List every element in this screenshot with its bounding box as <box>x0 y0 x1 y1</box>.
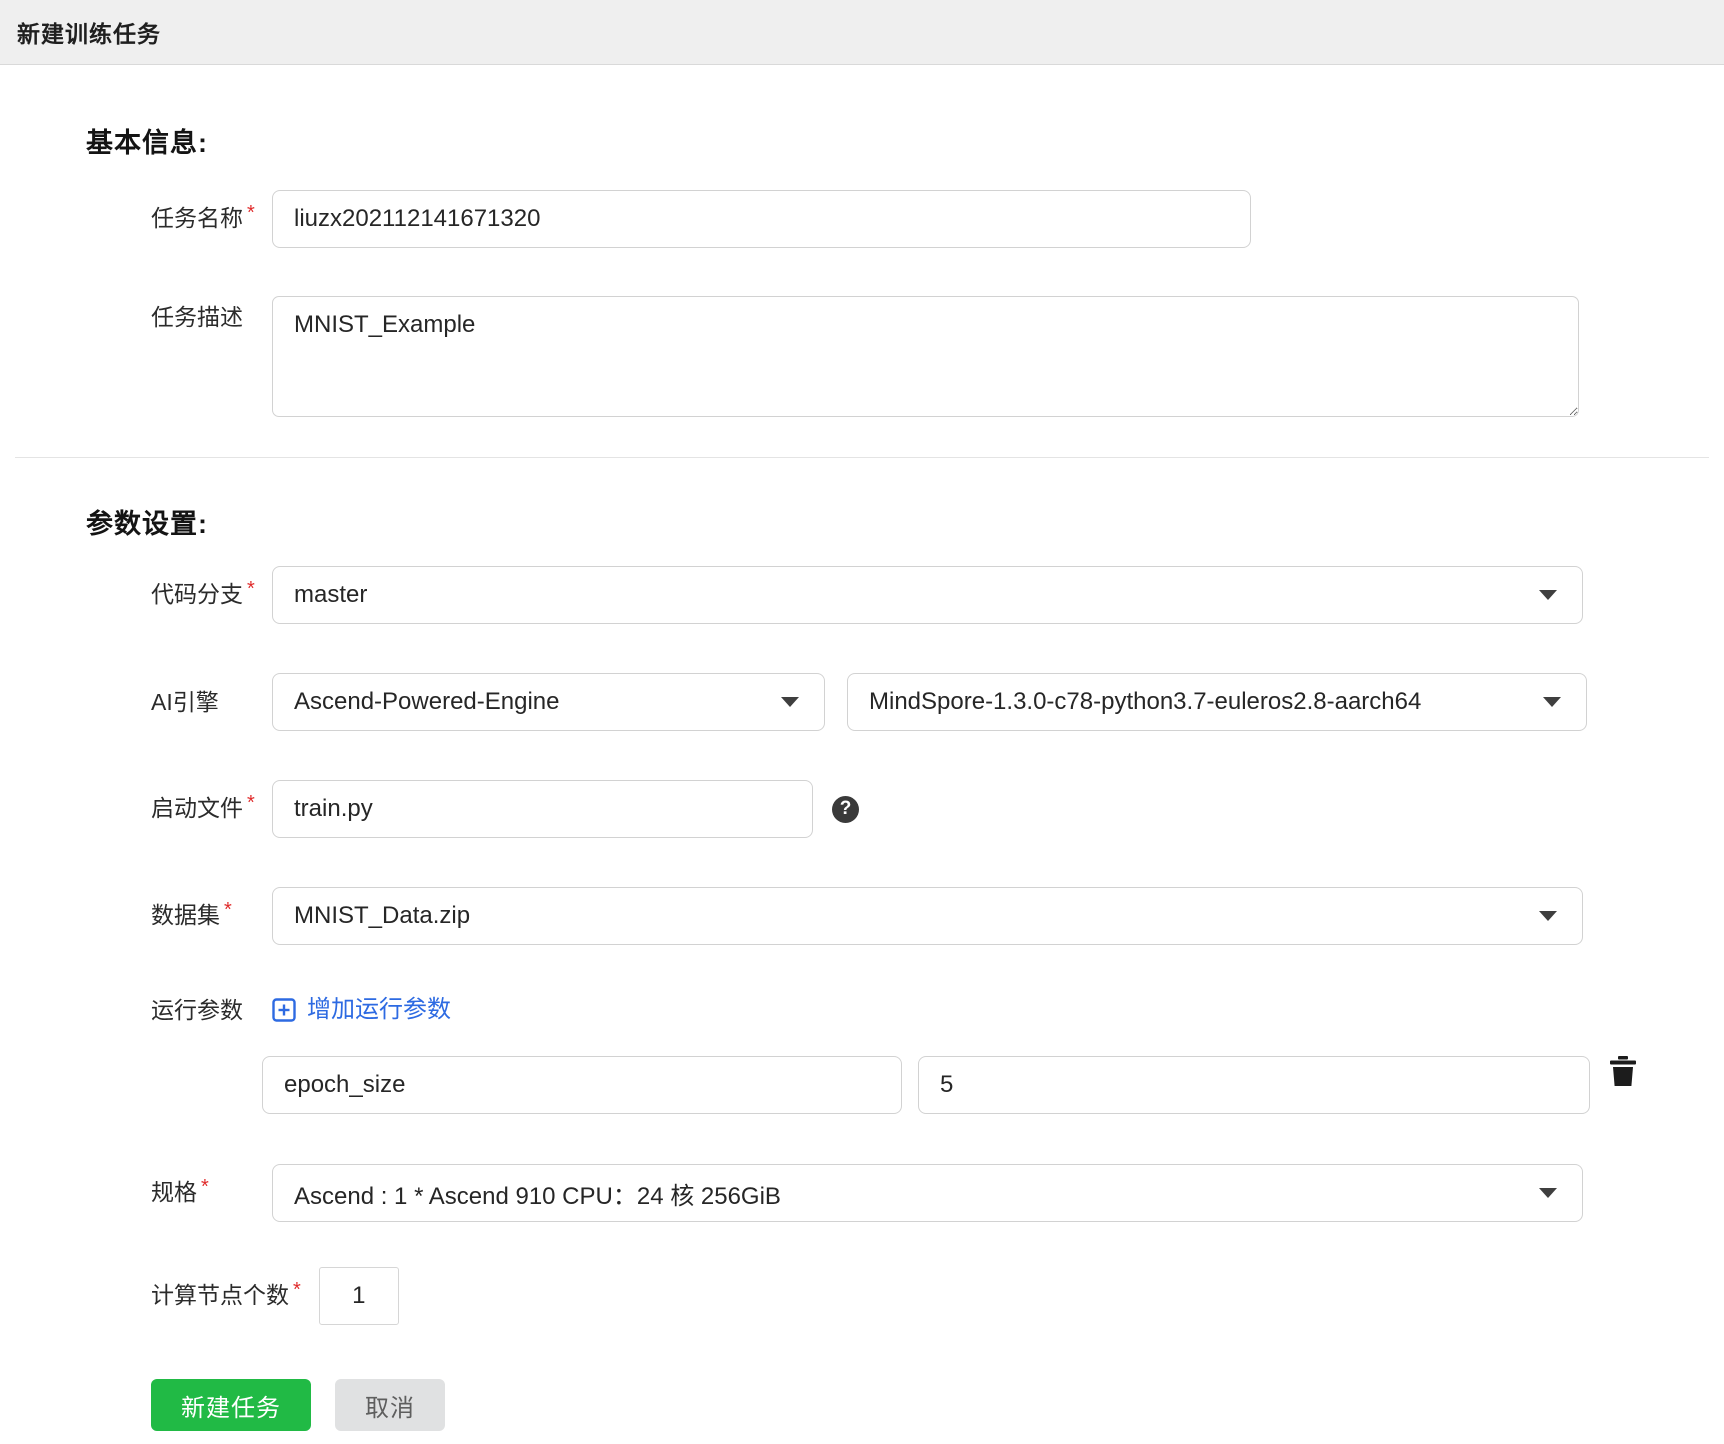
chevron-down-icon <box>1539 590 1557 600</box>
chevron-down-icon <box>1539 1188 1557 1198</box>
add-run-param-text: 增加运行参数 <box>307 996 451 1023</box>
section-divider <box>15 457 1709 458</box>
run-param-entry <box>262 1056 1637 1114</box>
run-param-value-input[interactable] <box>918 1056 1590 1114</box>
required-asterisk: * <box>201 1176 209 1198</box>
required-asterisk: * <box>247 792 255 814</box>
node-count-input[interactable] <box>318 1267 399 1325</box>
task-name-label: 任务名称 * <box>151 202 255 231</box>
cancel-button[interactable]: 取消 <box>335 1379 445 1431</box>
dataset-value: MNIST_Data.zip <box>294 902 471 929</box>
required-asterisk: * <box>293 1279 301 1301</box>
page-title: 新建训练任务 <box>17 21 161 47</box>
run-params-row: 运行参数 增加运行参数 <box>151 995 1724 1114</box>
node-count-label: 计算节点个数 * <box>151 1279 301 1308</box>
code-branch-select[interactable]: master <box>272 566 1583 624</box>
code-branch-label: 代码分支 * <box>151 578 255 607</box>
code-branch-value: master <box>294 581 368 608</box>
spec-value: Ascend : 1 * Ascend 910 CPU：24 核 256GiB <box>294 1182 781 1210</box>
chevron-down-icon <box>1543 697 1561 707</box>
ai-engine-row: AI引擎 Ascend-Powered-Engine MindSpore-1.3… <box>151 673 1724 731</box>
chevron-down-icon <box>781 697 799 707</box>
task-name-row: 任务名称 * <box>151 190 1724 248</box>
code-branch-row: 代码分支 * master <box>151 566 1724 624</box>
task-name-input[interactable] <box>272 190 1251 248</box>
task-desc-row: 任务描述 MNIST_Example <box>151 296 1724 417</box>
trash-icon <box>1610 1056 1636 1086</box>
spec-row: 规格 * Ascend : 1 * Ascend 910 CPU：24 核 256… <box>151 1164 1724 1222</box>
params-heading: 参数设置: <box>86 509 208 539</box>
plus-square-icon <box>272 998 296 1022</box>
basic-info-heading: 基本信息: <box>86 128 208 158</box>
ai-engine-label: AI引擎 <box>151 689 219 715</box>
engine-version-value: MindSpore-1.3.0-c78-python3.7-euleros2.8… <box>869 688 1422 715</box>
create-task-button[interactable]: 新建任务 <box>151 1379 311 1431</box>
node-count-row: 计算节点个数 * <box>151 1267 1724 1325</box>
dataset-row: 数据集 * MNIST_Data.zip <box>151 887 1724 945</box>
form-actions: 新建任务 取消 <box>151 1379 1724 1431</box>
boot-file-input[interactable] <box>272 780 813 838</box>
add-run-param-link[interactable]: 增加运行参数 <box>272 995 1637 1025</box>
required-asterisk: * <box>247 202 255 224</box>
boot-file-row: 启动文件* ? <box>151 780 1724 838</box>
ai-engine-select[interactable]: Ascend-Powered-Engine <box>272 673 825 731</box>
engine-version-select[interactable]: MindSpore-1.3.0-c78-python3.7-euleros2.8… <box>847 673 1587 731</box>
help-icon[interactable]: ? <box>832 795 859 823</box>
dataset-select[interactable]: MNIST_Data.zip <box>272 887 1583 945</box>
ai-engine-value: Ascend-Powered-Engine <box>294 688 560 715</box>
page-header: 新建训练任务 <box>0 0 1724 65</box>
dataset-label: 数据集 * <box>151 899 232 928</box>
run-params-label: 运行参数 <box>151 997 243 1023</box>
boot-file-label: 启动文件 * <box>151 792 255 821</box>
delete-param-button[interactable] <box>1609 1056 1637 1087</box>
required-asterisk: * <box>224 899 232 921</box>
create-task-form: 基本信息: 任务名称* 任务描述 MNIST_Example 参数设置: 代码分… <box>0 121 1724 1431</box>
run-param-key-input[interactable] <box>262 1056 902 1114</box>
spec-select[interactable]: Ascend : 1 * Ascend 910 CPU：24 核 256GiB <box>272 1164 1583 1222</box>
task-desc-label: 任务描述 <box>151 304 243 330</box>
task-desc-textarea[interactable]: MNIST_Example <box>272 296 1579 417</box>
spec-label: 规格 * <box>151 1176 209 1205</box>
required-asterisk: * <box>247 578 255 600</box>
chevron-down-icon <box>1539 911 1557 921</box>
